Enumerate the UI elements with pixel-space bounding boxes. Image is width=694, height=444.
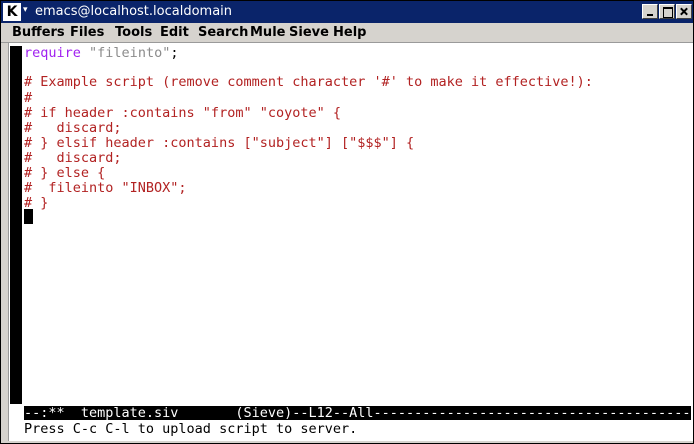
window-title: emacs@localhost.localdomain <box>35 4 233 19</box>
close-button[interactable] <box>676 4 692 19</box>
scrollbar-thumb[interactable] <box>11 47 21 403</box>
menu-search[interactable]: Search <box>198 25 248 40</box>
comment-line: # <box>24 90 33 106</box>
menu-bar: Buffers Files Tools Edit Search Mule Sie… <box>1 23 693 43</box>
comment-line: # discard; <box>24 150 122 166</box>
comment-line: # if header :contains "from" "coyote" { <box>24 105 341 121</box>
menu-edit[interactable]: Edit <box>160 25 189 40</box>
string-literal: "fileinto" <box>89 45 171 61</box>
maximize-button[interactable] <box>659 4 675 19</box>
menu-files[interactable]: Files <box>70 25 104 40</box>
kde-k-icon[interactable]: K <box>3 3 21 21</box>
menu-buffers[interactable]: Buffers <box>12 25 65 40</box>
comment-line: # discard; <box>24 120 122 136</box>
emacs-window: K ▾ emacs@localhost.localdomain Buffers … <box>0 0 694 444</box>
echo-area[interactable]: Press C-c C-l to upload script to server… <box>24 421 691 437</box>
menu-sieve[interactable]: Sieve <box>289 25 329 40</box>
window-menu-arrow-icon[interactable]: ▾ <box>23 5 28 15</box>
comment-line: # } elsif header :contains ["subject"] [… <box>24 135 415 151</box>
editor-buffer[interactable]: require "fileinto"; # Example script (re… <box>24 46 691 406</box>
comment-line: # Example script (remove comment charact… <box>24 74 593 90</box>
comment-line: # fileinto "INBOX"; <box>24 180 187 196</box>
title-bar[interactable]: K ▾ emacs@localhost.localdomain <box>1 1 693 23</box>
code-line: require "fileinto"; <box>24 45 179 61</box>
menu-help[interactable]: Help <box>333 25 366 40</box>
keyword-require: require <box>24 45 81 61</box>
mode-line[interactable]: --:** template.siv (Sieve)--L12--All----… <box>24 406 691 420</box>
text-cursor <box>24 209 33 224</box>
menu-mule[interactable]: Mule <box>250 25 285 40</box>
minimize-button[interactable] <box>642 4 658 19</box>
comment-line: # } else { <box>24 165 106 181</box>
menu-tools[interactable]: Tools <box>115 25 152 40</box>
